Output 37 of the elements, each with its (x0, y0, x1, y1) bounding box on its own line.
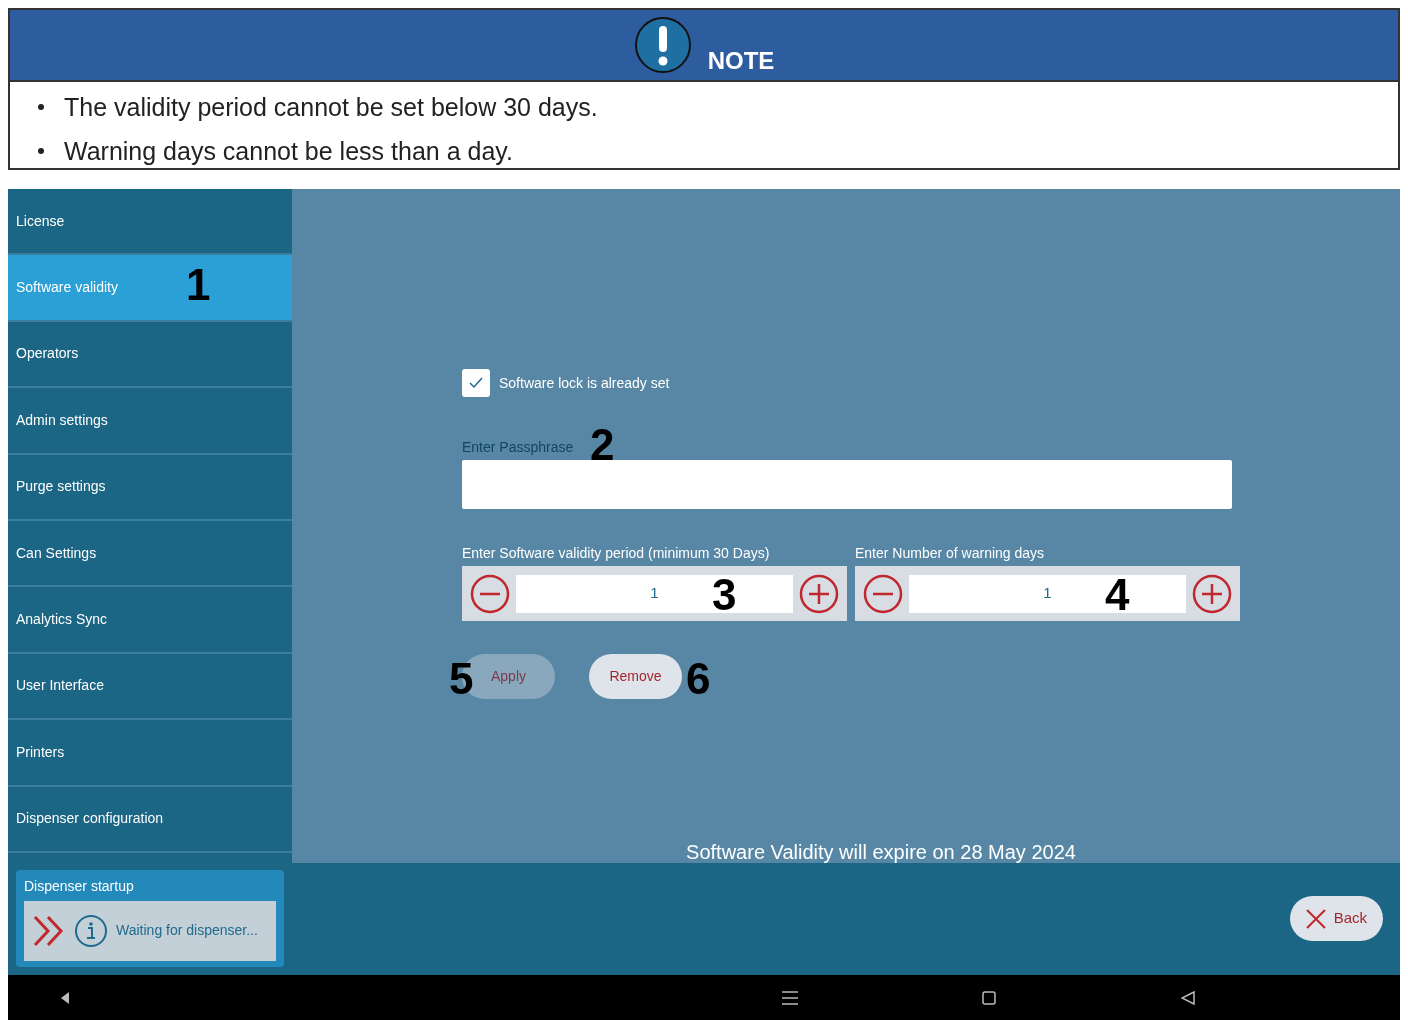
check-icon (469, 377, 483, 389)
triangle-icon[interactable] (1181, 990, 1195, 1005)
checkbox[interactable] (462, 369, 490, 397)
square-icon[interactable] (982, 990, 996, 1005)
double-chevron-icon (32, 913, 66, 948)
checkbox-label: Software lock is already set (499, 373, 670, 393)
passphrase-field[interactable] (462, 460, 1232, 509)
expiry-message: Software Validity will expire on 28 May 2024 (686, 840, 1076, 865)
number-stepper[interactable]: 1 3 (462, 566, 847, 621)
bullet-icon (38, 148, 44, 154)
note-text: Warning days cannot be less than a day. (64, 136, 513, 166)
back-triangle-icon[interactable] (61, 991, 69, 1004)
sidebar-item[interactable]: Software validity 1 (8, 255, 292, 322)
number-field[interactable]: 1 3 (516, 574, 793, 613)
remove-button[interactable]: Remove (589, 654, 682, 699)
plus-icon[interactable] (799, 573, 839, 614)
passphrase-label: Enter Passphrase (462, 438, 574, 457)
back-button[interactable]: Back (1289, 896, 1383, 941)
status-text: Waiting for dispenser... (116, 921, 258, 941)
callout-number: 2 (590, 423, 615, 467)
callout-number: 1 (186, 263, 211, 308)
minus-icon[interactable] (863, 573, 903, 614)
note-title: NOTE (707, 46, 775, 76)
menu-icon[interactable] (782, 990, 798, 1005)
info-icon (74, 913, 108, 948)
close-icon (1305, 908, 1326, 929)
number-stepper[interactable]: 1 4 (855, 566, 1240, 621)
startup-title: Dispenser startup (24, 876, 135, 896)
minus-icon[interactable] (470, 573, 510, 614)
callout-number: 6 (686, 657, 711, 701)
stepper-label: Enter Software validity period (minimum 30 Days) (462, 544, 771, 563)
bullet-icon (38, 104, 44, 110)
note-text: The validity period cannot be set below 30 days. (64, 92, 598, 122)
stepper-label: Enter Number of warning days (855, 544, 1046, 563)
exclamation-icon (633, 16, 692, 74)
number-field[interactable]: 1 4 (909, 574, 1186, 613)
plus-icon[interactable] (1192, 573, 1232, 614)
